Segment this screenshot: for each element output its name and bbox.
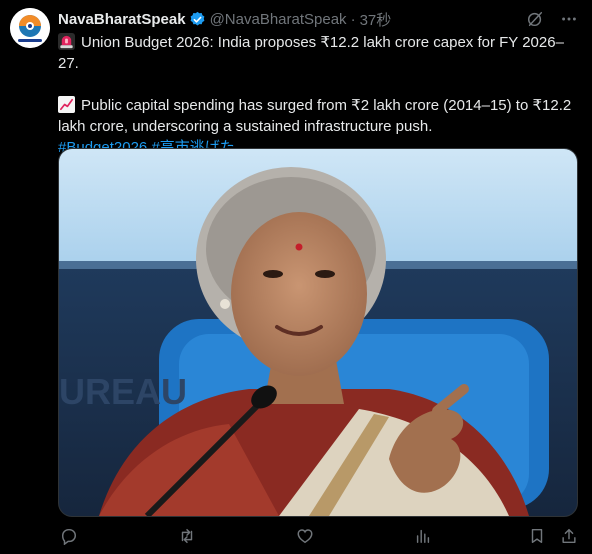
post-image-illustration: UREAU xyxy=(59,149,577,516)
author-avatar[interactable] xyxy=(10,8,50,48)
header-actions xyxy=(526,10,578,28)
post-action-bar xyxy=(58,523,578,549)
siren-emoji xyxy=(58,33,75,50)
author-handle[interactable]: @NavaBharatSpeak xyxy=(210,11,347,28)
views-icon[interactable] xyxy=(414,527,432,545)
header-separator: · xyxy=(350,10,356,28)
like-icon[interactable] xyxy=(296,527,314,545)
grok-icon[interactable] xyxy=(526,10,544,28)
more-icon[interactable] xyxy=(560,10,578,28)
post-line-1: Union Budget 2026: India proposes ₹12.2 … xyxy=(58,32,578,74)
repost-icon[interactable] xyxy=(178,527,196,545)
post-line-2a-text: Public capital spending has surged from … xyxy=(81,97,572,114)
post-line-1-text: Union Budget 2026: India proposes ₹12.2 … xyxy=(58,34,564,72)
author-name[interactable]: NavaBharatSpeak xyxy=(58,11,186,28)
avatar-logo xyxy=(10,8,50,48)
chart-increasing-emoji xyxy=(58,96,75,113)
post-line-2: Public capital spending has surged from … xyxy=(58,95,578,116)
post-line-2b-text: lakh crore, underscoring a sustained inf… xyxy=(58,118,433,135)
verified-badge-icon xyxy=(189,11,206,28)
post-timestamp[interactable]: 37秒 xyxy=(360,9,392,30)
post-text: Union Budget 2026: India proposes ₹12.2 … xyxy=(58,32,578,158)
share-icon[interactable] xyxy=(560,527,578,545)
svg-text:UREAU: UREAU xyxy=(59,371,187,412)
post-image[interactable]: UREAU xyxy=(58,148,578,517)
reply-icon[interactable] xyxy=(60,527,78,545)
bookmark-icon[interactable] xyxy=(528,527,546,545)
post-header: NavaBharatSpeak @NavaBharatSpeak · 37秒 xyxy=(58,9,578,29)
